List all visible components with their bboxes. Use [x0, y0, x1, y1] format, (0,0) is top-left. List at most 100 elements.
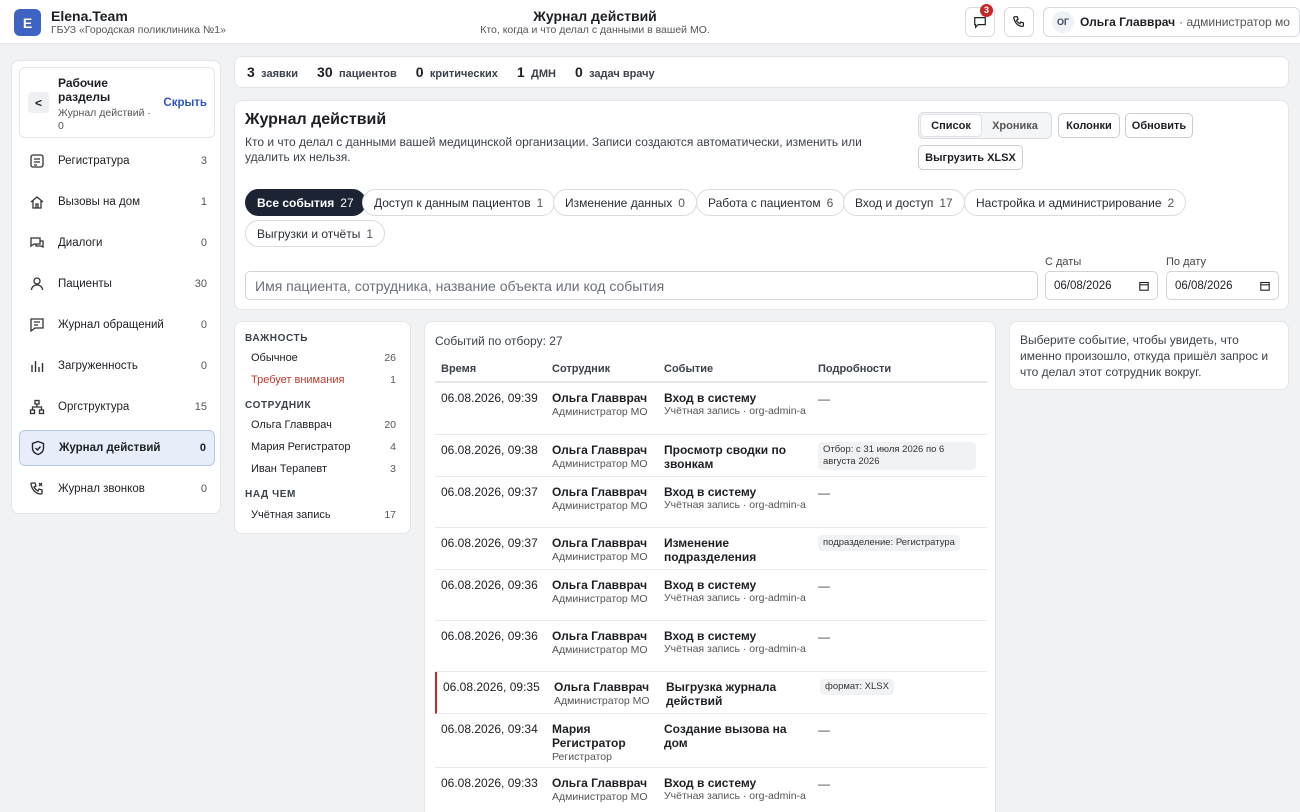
sidebar-item-patients[interactable]: Пациенты 30 [19, 266, 215, 302]
export-xlsx-button[interactable]: Выгрузить XLSX [918, 145, 1023, 170]
stat-dmn: 1 ДМН [517, 64, 556, 80]
view-timeline-tab[interactable]: Хроника [981, 115, 1049, 136]
filter-label: Ольга Главврач [251, 419, 332, 431]
filter-item-employee[interactable]: Мария Регистратор 4 [251, 441, 396, 453]
table-row[interactable]: 06.08.2026, 09:39 Ольга Главврач Админист… [435, 383, 987, 435]
event-employee: Ольга Главврач Администратор МО [552, 443, 657, 471]
sidebar-title: Рабочие разделы [58, 76, 111, 104]
filter-label: Требует внимания [251, 374, 345, 386]
filter-chip-patient-data-access[interactable]: Доступ к данным пациентов 1 [362, 189, 556, 216]
sidebar-item-appeals-log[interactable]: Журнал обращений 0 [19, 307, 215, 343]
table-row[interactable]: 06.08.2026, 09:37 Ольга Главврач Админист… [435, 477, 987, 528]
event-title: Создание вызова на дом [664, 722, 787, 750]
date-to-value: 06/08/2026 [1175, 279, 1233, 292]
stat-label: критических [429, 68, 498, 80]
filter-heading-importance: ВАЖНОСТЬ [245, 333, 309, 344]
column-header-employee[interactable]: Сотрудник [552, 363, 610, 375]
call-button[interactable] [1004, 7, 1034, 37]
table-row[interactable]: 06.08.2026, 09:33 Ольга Главврач Админист… [435, 768, 987, 812]
sidebar-hide-button[interactable]: Скрыть [163, 97, 207, 109]
filter-chip-login-access[interactable]: Вход и доступ 17 [843, 189, 965, 216]
date-from-label: С даты [1045, 256, 1082, 268]
filter-item-employee[interactable]: Ольга Главврач 20 [251, 419, 396, 431]
details-tag: Отбор: с 31 июля 2026 по 6 августа 2026 [818, 442, 976, 470]
chip-label: Вход и доступ [855, 195, 934, 210]
avatar: ОГ [1052, 11, 1074, 33]
employee-name: Ольга Главврач [552, 776, 648, 790]
chip-label: Изменение данных [565, 195, 673, 210]
filter-item-object[interactable]: Учётная запись 17 [251, 509, 396, 521]
filter-chip-settings-admin[interactable]: Настройка и администрирование 2 [964, 189, 1187, 216]
event-time: 06.08.2026, 09:39 [441, 391, 538, 405]
employee-role: Администратор МО [552, 458, 648, 470]
event-employee: Ольга Главврач Администратор МО [552, 485, 657, 513]
sidebar-item-org-structure[interactable]: Оргструктура 15 [19, 389, 215, 425]
page-title: Журнал действий [533, 8, 657, 24]
sidebar-item-dialogs[interactable]: Диалоги 0 [19, 225, 215, 261]
messages-button[interactable]: 3 [965, 4, 995, 37]
chat-icon [974, 17, 986, 29]
filter-chip-patient-work[interactable]: Работа с пациентом 6 [696, 189, 846, 216]
event-object: Учётная запись · org-admin-a [664, 592, 806, 604]
column-header-time[interactable]: Время [441, 363, 476, 375]
filter-chip-data-change[interactable]: Изменение данных 0 [553, 189, 697, 216]
events-table: Событий по отбору: 27 Время Сотрудник Со… [424, 321, 996, 812]
employee-name: Ольга Главврач [552, 391, 648, 405]
sidebar-back-button[interactable]: < [28, 92, 49, 113]
calendar-icon[interactable] [1260, 281, 1270, 291]
table-row[interactable]: 06.08.2026, 09:37 Ольга Главврач Админист… [435, 528, 987, 570]
sidebar-item-count: 30 [194, 278, 207, 290]
sidebar-item-label: Пациенты [58, 278, 112, 290]
event-title: Вход в систему [664, 776, 757, 790]
filter-item-attention[interactable]: Требует внимания 1 [251, 374, 396, 386]
chip-label: Доступ к данным пациентов [374, 195, 531, 210]
filter-label: Обычное [251, 352, 298, 364]
stat-label: ДМН [531, 68, 556, 80]
search-input[interactable] [245, 271, 1038, 300]
sidebar-item-call-log[interactable]: Журнал звонков 0 [19, 471, 215, 507]
column-header-details[interactable]: Подробности [818, 363, 891, 375]
table-row[interactable]: 06.08.2026, 09:36 Ольга Главврач Админист… [435, 621, 987, 672]
log-title: Журнал действий [245, 111, 387, 128]
event-title: Вход в систему [664, 578, 757, 592]
date-from-field[interactable]: 06/08/2026 [1045, 271, 1158, 300]
app-logo[interactable]: E [14, 9, 41, 36]
registry-icon [30, 154, 44, 168]
table-row[interactable]: 06.08.2026, 09:36 Ольга Главврач Админист… [435, 570, 987, 621]
top-bar: E Elena.Team ГБУЗ «Городская поликлиника… [0, 0, 1300, 44]
event-employee: Ольга Главврач Администратор МО [552, 629, 657, 657]
filter-chip-exports-reports[interactable]: Выгрузки и отчёты 1 [245, 220, 386, 247]
refresh-button[interactable]: Обновить [1125, 113, 1193, 138]
event-time: 06.08.2026, 09:37 [441, 485, 538, 499]
event-employee: Ольга Главврач Администратор МО [552, 776, 657, 804]
sidebar-item-label: Вызовы на дом [58, 196, 140, 208]
sidebar-item-workload[interactable]: Загруженность 0 [19, 348, 215, 384]
stat-doctor-tasks: 0 задач врачу [575, 64, 655, 80]
sidebar-item-action-log[interactable]: Журнал действий 0 [19, 430, 215, 466]
columns-button[interactable]: Колонки [1058, 113, 1120, 138]
column-header-event[interactable]: Событие [664, 363, 713, 375]
stat-label: заявки [261, 68, 299, 80]
table-row[interactable]: 06.08.2026, 09:38 Ольга Главврач Админист… [435, 435, 987, 477]
calendar-icon[interactable] [1139, 281, 1149, 291]
filter-item-employee[interactable]: Иван Терапевт 3 [251, 463, 396, 475]
filter-heading-object: НАД ЧЕМ [245, 489, 296, 500]
filter-chip-all[interactable]: Все события 27 [245, 189, 366, 216]
filter-item-normal[interactable]: Обычное 26 [251, 352, 396, 364]
sidebar-item-registry[interactable]: Регистратура 3 [19, 143, 215, 179]
phone-icon [30, 482, 43, 495]
sidebar-item-count: 0 [200, 319, 207, 331]
date-to-field[interactable]: 06/08/2026 [1166, 271, 1279, 300]
view-list-tab[interactable]: Список [921, 115, 981, 136]
user-menu[interactable]: ОГ Ольга Главврач · администратор мо [1043, 7, 1300, 37]
event-time: 06.08.2026, 09:36 [441, 578, 538, 592]
table-row[interactable]: 06.08.2026, 09:34 Мария Регистратор Регис… [435, 714, 987, 768]
stat-value: 3 [247, 64, 255, 80]
event-time: 06.08.2026, 09:34 [441, 722, 538, 736]
table-row-attention[interactable]: 06.08.2026, 09:35 Ольга Главврач Админист… [435, 672, 987, 714]
chip-label: Настройка и администрирование [976, 195, 1162, 210]
employee-name: Ольга Главврач [552, 578, 648, 592]
filter-count: 1 [390, 374, 396, 386]
sidebar-item-home-visits[interactable]: Вызовы на дом 1 [19, 184, 215, 220]
details-tag: подразделение: Регистратура [818, 535, 960, 551]
